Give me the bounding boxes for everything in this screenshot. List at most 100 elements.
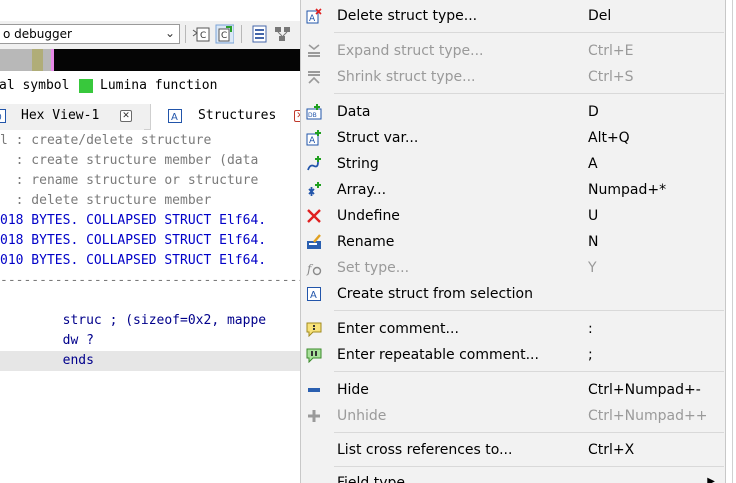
- svg-text:C: C: [200, 31, 206, 41]
- chevron-down-icon: ⌄: [164, 26, 175, 40]
- shrink-struct-icon: [308, 71, 320, 84]
- menu-item-shortcut: D: [588, 104, 599, 120]
- menu-item-set-type[interactable]: f Set type... Y: [301, 255, 725, 281]
- menu-item-label: Create struct from selection: [337, 286, 533, 302]
- menu-item-shortcut: Ctrl+X: [588, 442, 635, 458]
- undefine-icon: [307, 209, 321, 223]
- hex-view-icon: 0: [0, 109, 6, 123]
- data-icon: DB: [306, 104, 322, 120]
- menu-item-shortcut: Alt+Q: [588, 130, 630, 146]
- navband-segment: [0, 49, 32, 71]
- menu-item-rename[interactable]: Rename N: [301, 229, 725, 255]
- legend-lumina-function: Lumina function: [100, 78, 218, 93]
- menu-item-label: Enter comment...: [337, 321, 459, 337]
- menu-item-shortcut: Ctrl+Numpad++: [588, 408, 708, 424]
- svg-text:C: C: [221, 31, 227, 41]
- menu-item-shortcut: U: [588, 208, 599, 224]
- menu-item-label: Data: [337, 104, 371, 120]
- hide-icon: [308, 388, 320, 392]
- menu-item-shortcut: Del: [588, 8, 612, 24]
- legend-external-symbol: al symbol: [0, 78, 70, 93]
- menu-item-shortcut: ;: [588, 347, 593, 363]
- toolbar: o debugger ⌄ C C: [0, 21, 300, 49]
- comment-line: : rename structure or structure: [0, 173, 259, 188]
- menu-item-shortcut: Y: [588, 260, 597, 276]
- navigation-band[interactable]: [0, 49, 300, 71]
- string-icon: [307, 156, 321, 171]
- menu-item-label: Enter repeatable comment...: [337, 347, 539, 363]
- segments-icon[interactable]: [250, 24, 270, 44]
- svg-text:DB: DB: [308, 112, 317, 119]
- expand-struct-icon: [308, 44, 320, 57]
- menu-item-enter-repeatable-comment[interactable]: Enter repeatable comment... ;: [301, 342, 725, 368]
- menu-item-undefine[interactable]: Undefine U: [301, 203, 725, 229]
- close-icon[interactable]: ✕: [120, 110, 132, 122]
- debugger-select[interactable]: o debugger ⌄: [0, 24, 180, 44]
- menu-item-enter-comment[interactable]: Enter comment... :: [301, 316, 725, 342]
- menu-item-shrink-struct-type[interactable]: Shrink struct type... Ctrl+S: [301, 64, 725, 90]
- menu-item-shortcut: Ctrl+E: [588, 43, 634, 59]
- struct-var-icon: A: [306, 130, 321, 146]
- menu-item-delete-struct-type[interactable]: A Delete struct type... Del: [301, 3, 725, 29]
- comment-line: : delete structure member: [0, 193, 212, 208]
- menu-item-label: Rename: [337, 234, 395, 250]
- menu-item-label: Delete struct type...: [337, 8, 478, 24]
- navband-segment: [32, 49, 43, 71]
- ida-main-window: o debugger ⌄ C C al symbol Lumina functi…: [0, 0, 300, 483]
- svg-text:A: A: [309, 14, 316, 24]
- menu-item-unhide[interactable]: Unhide Ctrl+Numpad++: [301, 403, 725, 429]
- delete-struct-icon: A: [306, 8, 322, 24]
- struct-member-line[interactable]: dw ?: [0, 331, 300, 351]
- menu-item-shortcut: Numpad+*: [588, 182, 667, 198]
- menu-item-shortcut: A: [588, 156, 598, 172]
- create-struct-icon: A: [307, 287, 321, 301]
- menu-item-label: Expand struct type...: [337, 43, 484, 59]
- tab-bar: 0 Hex View-1 ✕ A Structures ✕: [0, 104, 300, 130]
- menu-item-label: Struct var...: [337, 130, 419, 146]
- menu-item-shortcut: Ctrl+S: [588, 69, 634, 85]
- menu-item-shortcut: N: [588, 234, 599, 250]
- struct-end-line[interactable]: ends: [0, 351, 300, 371]
- menu-item-hide[interactable]: Hide Ctrl+Numpad+-: [301, 377, 725, 403]
- menu-separator: [334, 93, 724, 94]
- separator-line: ----------------------------------------…: [0, 273, 300, 288]
- legend-lumina-swatch: [79, 79, 93, 93]
- tab-structures[interactable]: A Structures ✕: [150, 104, 300, 130]
- menu-item-array[interactable]: Array... Numpad+*: [301, 177, 725, 203]
- context-menu: A Delete struct type... Del Expand struc…: [300, 0, 726, 483]
- svg-text:A: A: [171, 112, 178, 123]
- menu-item-struct-var[interactable]: A Struct var... Alt+Q: [301, 125, 725, 151]
- structures-icon: A: [168, 109, 182, 123]
- collapsed-struct-line[interactable]: 018 BYTES. COLLAPSED STRUCT Elf64.: [0, 211, 300, 231]
- menu-item-field-type[interactable]: Field type ▶: [301, 470, 725, 483]
- set-type-icon: f: [306, 262, 322, 276]
- toolbar-separator: [185, 25, 186, 43]
- menu-item-label: Unhide: [337, 408, 387, 424]
- collapsed-struct-line[interactable]: 018 BYTES. COLLAPSED STRUCT Elf64.: [0, 231, 300, 251]
- graph-icon[interactable]: [273, 24, 293, 44]
- menu-item-data[interactable]: DB Data D: [301, 99, 725, 125]
- menu-item-expand-struct-type[interactable]: Expand struct type... Ctrl+E: [301, 38, 725, 64]
- tab-label: Hex View-1: [21, 108, 100, 123]
- attach-process-icon[interactable]: C: [191, 24, 211, 44]
- menu-item-shortcut: Ctrl+Numpad+-: [588, 382, 701, 398]
- menu-item-shortcut: :: [588, 321, 593, 337]
- menu-item-string[interactable]: String A: [301, 151, 725, 177]
- array-icon: [308, 182, 321, 196]
- navband-legend: al symbol Lumina function: [0, 76, 300, 96]
- menu-item-label: Field type: [337, 475, 406, 483]
- menu-item-label: Set type...: [337, 260, 410, 276]
- tab-hex-view-1[interactable]: 0 Hex View-1 ✕: [0, 104, 144, 130]
- menu-item-create-struct-from-selection[interactable]: A Create struct from selection: [301, 281, 725, 307]
- collapsed-struct-line[interactable]: 010 BYTES. COLLAPSED STRUCT Elf64.: [0, 251, 300, 271]
- svg-text:0: 0: [0, 113, 2, 123]
- unhide-icon: [308, 410, 320, 422]
- menu-item-label: String: [337, 156, 379, 172]
- comment-line: l : create/delete structure: [0, 133, 212, 148]
- detach-process-icon[interactable]: C: [214, 24, 234, 44]
- svg-text:A: A: [310, 290, 317, 301]
- menu-item-label: Hide: [337, 382, 369, 398]
- menu-separator: [334, 371, 724, 372]
- struct-definition-line[interactable]: struc ; (sizeof=0x2, mappe: [0, 311, 300, 331]
- menu-item-list-cross-references[interactable]: List cross references to... Ctrl+X: [301, 437, 725, 463]
